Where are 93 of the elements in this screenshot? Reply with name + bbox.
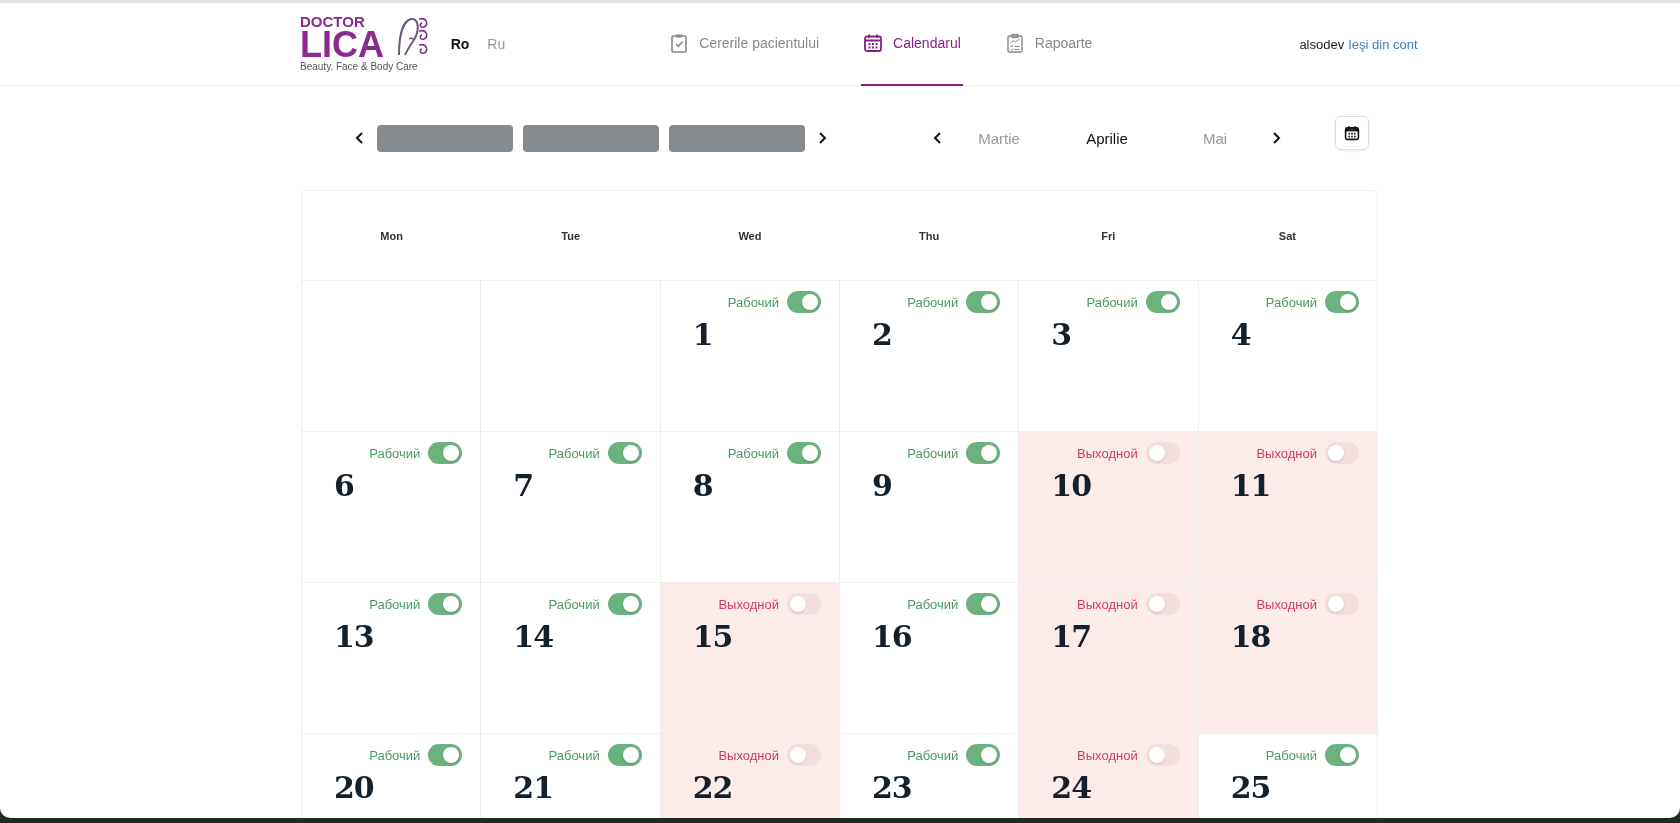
toggle-switch[interactable] <box>787 744 821 766</box>
day-number: 25 <box>1230 770 1271 805</box>
day-number: 18 <box>1230 619 1271 654</box>
nav-tab[interactable]: Rapoarte <box>1002 3 1095 86</box>
toggle-switch[interactable] <box>1145 593 1180 615</box>
day-status-label: Рабочий <box>907 445 959 461</box>
toggle-switch[interactable] <box>1325 593 1359 615</box>
weekday-label: Wed <box>738 229 762 242</box>
logout-link[interactable]: Ieşi din cont <box>1348 36 1418 52</box>
day-number: 17 <box>1051 619 1092 654</box>
day-status-label: Выходной <box>1256 596 1317 612</box>
calendar-icon <box>863 33 884 53</box>
day-status-label: Рабочий <box>548 445 600 461</box>
day-status-label: Рабочий <box>369 445 421 461</box>
logo-text: LICA <box>300 29 384 61</box>
day-status-label: Рабочий <box>1086 294 1138 310</box>
day-status-label: Выходной <box>718 747 779 763</box>
week-placeholder-block[interactable] <box>523 124 659 152</box>
logo-text: DOCTOR <box>300 15 366 29</box>
toggle-switch[interactable] <box>1145 442 1180 464</box>
day-status-label: Рабочий <box>727 445 779 461</box>
toggle-switch[interactable] <box>607 593 642 615</box>
day-status-label: Выходной <box>718 596 779 612</box>
toggle-switch[interactable] <box>1325 744 1359 766</box>
month-tab[interactable]: Aprilie <box>1053 128 1161 148</box>
toggle-switch[interactable] <box>1145 291 1180 313</box>
language-tab[interactable]: Ru <box>485 36 508 52</box>
weekday-label: Mon <box>380 229 403 242</box>
day-number: 11 <box>1230 468 1271 503</box>
toggle-switch[interactable] <box>787 593 821 615</box>
weekday-label: Sat <box>1278 229 1296 242</box>
day-status-label: Рабочий <box>548 747 600 763</box>
week-placeholder-block[interactable] <box>669 124 805 152</box>
day-number: 7 <box>513 468 534 503</box>
day-status-label: Выходной <box>1077 747 1138 763</box>
day-number: 9 <box>872 468 892 503</box>
day-status-label: Рабочий <box>1265 294 1317 310</box>
day-number: 22 <box>692 770 733 805</box>
day-number: 20 <box>334 770 374 805</box>
day-number: 24 <box>1051 770 1092 805</box>
toggle-switch[interactable] <box>1325 291 1359 313</box>
weekday-label: Fri <box>1101 229 1116 242</box>
day-number: 1 <box>692 317 713 352</box>
language-tab[interactable]: Ro <box>448 36 472 52</box>
day-number: 3 <box>1051 317 1072 352</box>
day-status-label: Рабочий <box>907 747 959 763</box>
toggle-switch[interactable] <box>966 291 1001 313</box>
day-status-label: Рабочий <box>369 596 421 612</box>
clipboard-chart-icon <box>1004 33 1025 53</box>
toggle-switch[interactable] <box>428 442 463 464</box>
day-number: 14 <box>513 619 554 654</box>
day-number: 21 <box>513 770 554 805</box>
weekday-label: Tue <box>561 229 581 242</box>
calendar-icon <box>1344 125 1360 141</box>
calendar-button[interactable] <box>1335 116 1369 150</box>
toggle-switch[interactable] <box>428 593 463 615</box>
day-status-label: Рабочий <box>369 747 421 763</box>
day-number: 4 <box>1230 317 1251 352</box>
toggle-switch[interactable] <box>787 291 821 313</box>
day-status-label: Выходной <box>1256 445 1317 461</box>
day-status-label: Рабочий <box>727 294 779 310</box>
month-tab[interactable]: Mai <box>1161 128 1269 148</box>
toggle-switch[interactable] <box>1145 744 1180 766</box>
logo-tagline: Beauty. Face & Body Care <box>300 61 418 73</box>
toggle-switch[interactable] <box>966 442 1001 464</box>
toggle-switch[interactable] <box>607 442 642 464</box>
weekday-label: Thu <box>919 229 940 242</box>
nav-tab[interactable]: Cererile pacientului <box>667 3 822 86</box>
day-number: 10 <box>1051 468 1092 503</box>
day-number: 16 <box>872 619 912 654</box>
day-number: 2 <box>872 317 892 352</box>
toggle-switch[interactable] <box>1325 442 1359 464</box>
toggle-switch[interactable] <box>787 442 821 464</box>
username-text: alsodev <box>1299 36 1345 52</box>
month-tab[interactable]: Martie <box>945 128 1053 148</box>
week-placeholder-block[interactable] <box>377 124 513 152</box>
day-status-label: Рабочий <box>907 294 959 310</box>
day-number: 6 <box>334 468 354 503</box>
clipboard-check-icon <box>669 33 690 53</box>
nav-tab[interactable]: Calendarul <box>861 3 963 86</box>
toggle-switch[interactable] <box>428 744 463 766</box>
day-status-label: Выходной <box>1077 596 1138 612</box>
day-number: 23 <box>872 770 912 805</box>
day-status-label: Выходной <box>1077 445 1138 461</box>
day-status-label: Рабочий <box>907 596 959 612</box>
toggle-switch[interactable] <box>966 744 1001 766</box>
toggle-switch[interactable] <box>966 593 1001 615</box>
day-number: 8 <box>692 468 713 503</box>
day-number: 13 <box>334 619 374 654</box>
day-status-label: Рабочий <box>1265 747 1317 763</box>
toggle-switch[interactable] <box>607 744 642 766</box>
day-number: 15 <box>692 619 733 654</box>
day-status-label: Рабочий <box>548 596 600 612</box>
